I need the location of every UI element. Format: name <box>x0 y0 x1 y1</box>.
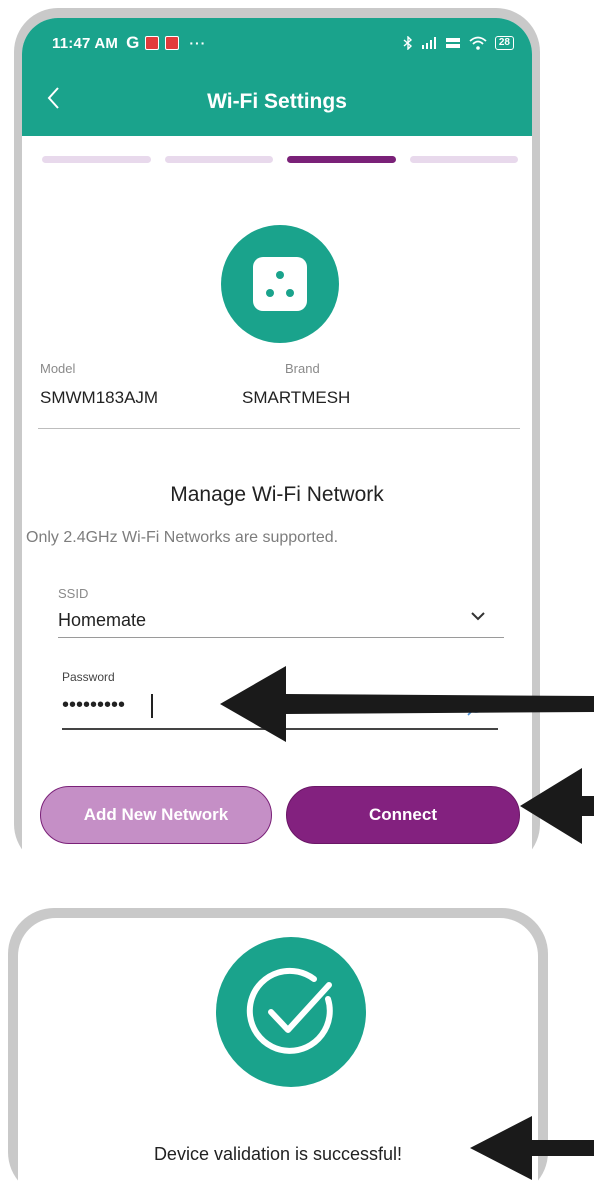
status-time: 11:47 AM <box>52 34 119 52</box>
status-bar: 11:47 AM G ··· 28 <box>22 18 532 68</box>
password-input[interactable]: ••••••••• <box>62 694 125 720</box>
model-label: Model <box>40 361 76 376</box>
ssid-underline <box>58 637 504 638</box>
divider <box>38 428 520 429</box>
success-check-icon <box>216 937 366 1087</box>
network-support-note: Only 2.4GHz Wi-Fi Networks are supported… <box>26 529 339 546</box>
validation-success-screen: Device validation is successful! <box>18 918 538 1198</box>
arrow-pointer-icon <box>220 666 594 742</box>
manage-network-title: Manage Wi-Fi Network <box>170 483 384 506</box>
model-value: SMWM183AJM <box>40 388 159 407</box>
progress-step <box>164 156 273 163</box>
progress-step <box>42 156 151 163</box>
bluetooth-icon <box>403 36 412 50</box>
brand-label: Brand <box>285 361 320 376</box>
progress-step-current <box>287 156 396 163</box>
add-new-network-button[interactable]: Add New Network <box>40 786 272 844</box>
vowifi-icon <box>445 38 460 48</box>
brand-value: SMARTMESH <box>242 388 351 407</box>
progress-step <box>409 156 518 163</box>
notification-icon <box>145 36 160 50</box>
ssid-label: SSID <box>58 586 89 601</box>
wifi-icon <box>469 36 487 50</box>
app-bar: Wi-Fi Settings <box>22 68 532 136</box>
signal-icon <box>421 37 436 49</box>
google-icon: G <box>126 33 140 52</box>
mesh-device-icon <box>221 225 339 343</box>
text-cursor <box>151 694 153 718</box>
arrow-pointer-icon <box>520 768 594 844</box>
step-progress-bar <box>42 156 518 163</box>
battery-icon: 28 <box>494 36 514 50</box>
password-label: Password <box>62 670 115 684</box>
status-icons: 28 <box>403 36 514 50</box>
ssid-select[interactable]: Homemate <box>58 610 146 631</box>
arrow-pointer-icon <box>470 1116 594 1180</box>
notification-icon <box>165 36 180 50</box>
phone-frame-success: Device validation is successful! <box>8 908 548 1198</box>
success-message: Device validation is successful! <box>153 1144 403 1164</box>
more-notifications-icon: ··· <box>189 35 207 51</box>
chevron-down-icon[interactable] <box>469 607 487 625</box>
connect-button[interactable]: Connect <box>286 786 520 844</box>
page-title: Wi-Fi Settings <box>207 90 347 113</box>
